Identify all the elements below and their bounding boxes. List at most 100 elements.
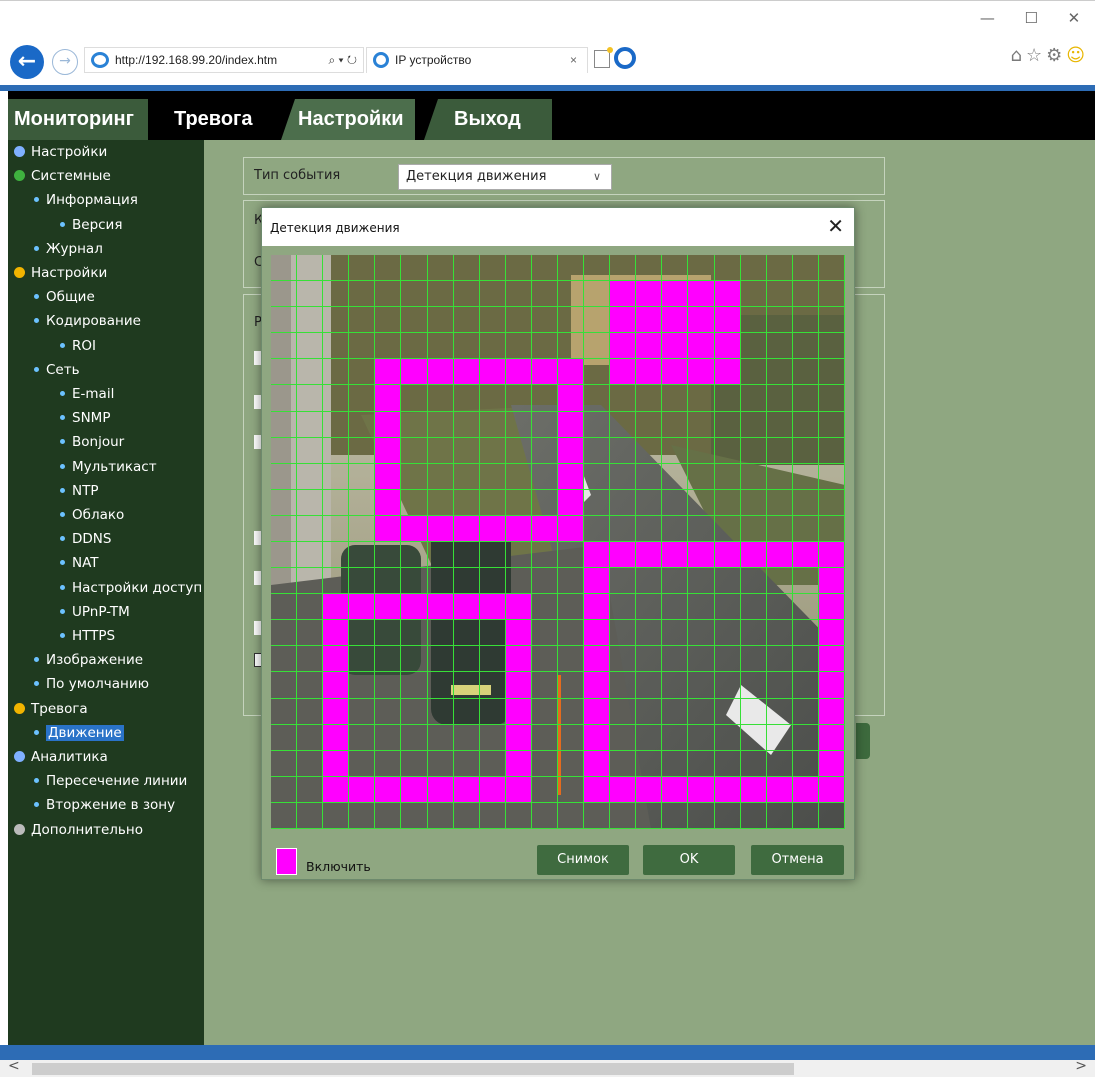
motion-cell[interactable] — [766, 255, 793, 282]
motion-cell[interactable] — [271, 698, 298, 725]
motion-cell[interactable] — [792, 307, 819, 334]
motion-cell[interactable] — [818, 255, 845, 282]
motion-cell-active[interactable] — [375, 463, 402, 490]
motion-cell[interactable] — [688, 594, 715, 621]
motion-cell[interactable] — [479, 568, 506, 595]
motion-cell-active[interactable] — [610, 333, 637, 360]
motion-cell[interactable] — [271, 515, 298, 542]
scroll-thumb[interactable] — [32, 1063, 794, 1075]
motion-cell[interactable] — [610, 594, 637, 621]
motion-cell[interactable] — [349, 385, 376, 412]
motion-cell[interactable] — [505, 307, 532, 334]
motion-cell[interactable] — [766, 281, 793, 308]
motion-grid[interactable] — [271, 255, 845, 829]
sidebar-item[interactable]: Общие — [34, 286, 95, 308]
motion-cell[interactable] — [427, 437, 454, 464]
motion-cell-active[interactable] — [401, 594, 428, 621]
motion-cell[interactable] — [505, 385, 532, 412]
motion-cell[interactable] — [479, 333, 506, 360]
motion-cell[interactable] — [271, 463, 298, 490]
motion-cell-active[interactable] — [636, 542, 663, 569]
motion-cell[interactable] — [349, 672, 376, 699]
motion-cell-active[interactable] — [740, 776, 767, 803]
motion-cell-active[interactable] — [818, 750, 845, 777]
motion-cell[interactable] — [662, 750, 689, 777]
motion-cell[interactable] — [401, 255, 428, 282]
motion-cell[interactable] — [740, 750, 767, 777]
sidebar-item[interactable]: Тревога — [14, 698, 88, 720]
motion-cell[interactable] — [349, 724, 376, 751]
motion-cell-active[interactable] — [688, 542, 715, 569]
motion-cell-active[interactable] — [505, 620, 532, 647]
motion-cell-active[interactable] — [375, 594, 402, 621]
motion-cell-active[interactable] — [375, 776, 402, 803]
motion-cell[interactable] — [531, 672, 558, 699]
motion-cell[interactable] — [531, 307, 558, 334]
motion-cell[interactable] — [427, 698, 454, 725]
motion-cell[interactable] — [818, 411, 845, 438]
motion-cell[interactable] — [662, 255, 689, 282]
motion-cell-active[interactable] — [323, 750, 350, 777]
motion-cell[interactable] — [349, 568, 376, 595]
motion-cell[interactable] — [271, 437, 298, 464]
motion-cell[interactable] — [531, 437, 558, 464]
motion-cell[interactable] — [636, 255, 663, 282]
motion-cell[interactable] — [662, 437, 689, 464]
motion-cell[interactable] — [427, 802, 454, 829]
motion-cell[interactable] — [662, 568, 689, 595]
motion-cell[interactable] — [714, 594, 741, 621]
motion-cell[interactable] — [401, 411, 428, 438]
motion-cell[interactable] — [427, 333, 454, 360]
motion-cell[interactable] — [740, 411, 767, 438]
motion-cell[interactable] — [740, 359, 767, 386]
motion-cell[interactable] — [531, 776, 558, 803]
motion-cell[interactable] — [349, 411, 376, 438]
motion-cell[interactable] — [427, 385, 454, 412]
motion-cell[interactable] — [479, 750, 506, 777]
motion-cell[interactable] — [766, 724, 793, 751]
motion-cell[interactable] — [688, 489, 715, 516]
motion-cell[interactable] — [427, 724, 454, 751]
motion-cell[interactable] — [531, 802, 558, 829]
motion-cell[interactable] — [610, 698, 637, 725]
motion-cell[interactable] — [792, 646, 819, 673]
motion-cell[interactable] — [297, 437, 324, 464]
motion-cell[interactable] — [766, 620, 793, 647]
motion-cell[interactable] — [740, 255, 767, 282]
motion-cell[interactable] — [636, 750, 663, 777]
motion-cell[interactable] — [479, 385, 506, 412]
motion-cell-active[interactable] — [505, 594, 532, 621]
motion-cell[interactable] — [427, 489, 454, 516]
motion-cell[interactable] — [375, 802, 402, 829]
sidebar-item[interactable]: Настройки — [14, 141, 107, 163]
motion-cell[interactable] — [558, 542, 585, 569]
motion-cell[interactable] — [271, 594, 298, 621]
motion-cell-active[interactable] — [818, 646, 845, 673]
motion-cell[interactable] — [636, 802, 663, 829]
motion-cell-active[interactable] — [766, 776, 793, 803]
motion-cell[interactable] — [584, 437, 611, 464]
motion-cell[interactable] — [375, 672, 402, 699]
motion-cell[interactable] — [427, 542, 454, 569]
sidebar-item[interactable]: Облако — [60, 504, 124, 526]
motion-cell[interactable] — [740, 333, 767, 360]
motion-cell[interactable] — [818, 463, 845, 490]
motion-cell[interactable] — [349, 307, 376, 334]
motion-cell-active[interactable] — [636, 776, 663, 803]
motion-cell[interactable] — [714, 385, 741, 412]
motion-cell[interactable] — [453, 750, 480, 777]
motion-cell-active[interactable] — [401, 359, 428, 386]
motion-cell[interactable] — [505, 333, 532, 360]
motion-cell-active[interactable] — [766, 542, 793, 569]
motion-cell[interactable] — [427, 307, 454, 334]
motion-cell[interactable] — [453, 333, 480, 360]
new-tab-icon[interactable] — [594, 47, 613, 68]
motion-cell-active[interactable] — [740, 542, 767, 569]
motion-cell-active[interactable] — [453, 776, 480, 803]
motion-cell[interactable] — [740, 698, 767, 725]
scroll-left-icon[interactable]: < — [8, 1058, 20, 1074]
motion-cell[interactable] — [297, 307, 324, 334]
motion-cell[interactable] — [297, 568, 324, 595]
motion-cell[interactable] — [792, 411, 819, 438]
motion-cell[interactable] — [714, 437, 741, 464]
